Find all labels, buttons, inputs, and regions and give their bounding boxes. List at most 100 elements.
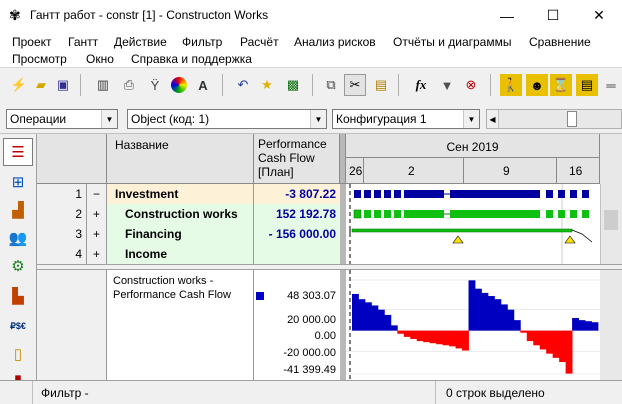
filter-icon[interactable]: ▼ — [436, 74, 458, 96]
link-icon[interactable]: ═ — [600, 74, 622, 96]
chart-label: Construction works - Performance Cash Fl… — [107, 270, 254, 380]
view-select[interactable]: Операции ▼ — [6, 109, 118, 129]
timeline-slider[interactable]: ◀ — [486, 109, 622, 129]
resource-walk-icon[interactable]: 🚶 — [500, 74, 522, 96]
cashflow-bar — [436, 330, 444, 345]
left-toolbar: ☰ ⊞ ▟ 👥 ⚙ ▙ ₽$€ ▯ ▮ — [0, 134, 37, 389]
toolbar: ⚡ ▰ ▣ ▥ ⎙ Ϋ A ↶ ★ ▩ ⧉ ✂ ▤ fx ▼ ⊗ 🚶 ☻ ⌛ ▤… — [0, 67, 622, 102]
day-label: 9 — [503, 164, 510, 178]
menu-risk[interactable]: Анализ рисков — [294, 35, 376, 49]
cashflow-bar — [533, 330, 541, 346]
document-icon[interactable]: ▯ — [3, 340, 33, 368]
close-button[interactable]: ✕ — [576, 0, 622, 31]
selection-status: 0 строк выделено — [446, 386, 545, 400]
task-value: 152 192.78 — [254, 204, 340, 224]
cashflow-bar — [494, 299, 502, 331]
chevron-left-icon[interactable]: ◀ — [487, 110, 499, 128]
cashflow-bar — [462, 330, 469, 351]
print-icon[interactable]: ⎙ — [118, 74, 140, 96]
currency-icon[interactable]: ₽$€ — [3, 312, 33, 340]
task-value — [254, 244, 340, 264]
cost-chart-icon[interactable]: ▙ — [3, 282, 33, 310]
gantt-chart[interactable] — [346, 184, 600, 264]
lightning-icon[interactable]: ⚡ — [8, 74, 30, 96]
resource-cost-icon[interactable]: ▤ — [576, 74, 598, 96]
expand-toggle[interactable]: + — [87, 244, 107, 264]
cashflow-bar — [552, 330, 560, 358]
menu-window[interactable]: Окно — [86, 52, 114, 66]
chevron-down-icon: ▼ — [463, 110, 479, 128]
day-label: 16 — [569, 164, 583, 178]
expand-toggle[interactable]: + — [87, 204, 107, 224]
paste-icon[interactable]: ▤ — [370, 74, 392, 96]
menu-filter[interactable]: Фильтр — [182, 35, 222, 49]
vertical-scrollbar[interactable] — [600, 184, 622, 264]
cashflow-bar — [526, 330, 534, 342]
font-icon[interactable]: A — [192, 74, 214, 96]
menu-project[interactable]: Проект — [12, 35, 52, 49]
gantt-view-icon[interactable]: ☰ — [3, 138, 33, 166]
task-value: - 156 000.00 — [254, 224, 340, 244]
network-view-icon[interactable]: ⊞ — [3, 168, 33, 196]
cashflow-bar — [468, 280, 476, 331]
task-name: Investment — [107, 184, 254, 204]
chevron-down-icon: ▼ — [101, 110, 117, 128]
config-select[interactable]: Конфигурация 1 ▼ — [332, 109, 480, 129]
cashflow-bar — [539, 330, 547, 350]
menu-view[interactable]: Просмотр — [12, 52, 67, 66]
menu-reports[interactable]: Отчёты и диаграммы — [393, 35, 511, 49]
cashflow-bar — [358, 299, 366, 331]
legend-swatch — [256, 292, 264, 300]
days-header: 26 2 9 16 — [346, 158, 600, 184]
cashflow-bar — [591, 322, 599, 331]
resource-person-icon[interactable]: ☻ — [526, 74, 548, 96]
maximize-button[interactable]: ☐ — [530, 0, 576, 31]
filter-clear-icon[interactable]: ⊗ — [460, 74, 482, 96]
cashflow-bar — [442, 330, 450, 346]
month-header: Сен 2019 — [346, 134, 600, 158]
minimize-button[interactable]: — — [484, 0, 530, 31]
team-icon[interactable]: 👥 — [3, 224, 33, 252]
menu-gantt[interactable]: Гантт — [68, 35, 98, 49]
slider-thumb[interactable] — [567, 111, 577, 127]
cashflow-bar — [546, 330, 554, 354]
cut-icon[interactable]: ✂ — [344, 74, 366, 96]
save-icon[interactable]: ▣ — [52, 74, 74, 96]
star-icon[interactable]: ★ — [256, 74, 278, 96]
selector-row: Операции ▼ Object (код: 1) ▼ Конфигурация … — [0, 102, 622, 134]
resources-chart-icon[interactable]: ▟ — [3, 196, 33, 224]
scroll-thumb[interactable] — [604, 210, 618, 230]
cashflow-bar — [559, 330, 567, 363]
resource-hourglass-icon[interactable]: ⌛ — [550, 74, 572, 96]
chart-scroll-area — [600, 270, 622, 380]
book-icon[interactable]: ▥ — [92, 74, 114, 96]
object-select[interactable]: Object (код: 1) ▼ — [127, 109, 327, 129]
function-icon[interactable]: fx — [410, 74, 432, 96]
undo-icon[interactable]: ↶ — [232, 74, 254, 96]
task-name: Construction works — [107, 204, 254, 224]
cashflow-bar — [585, 321, 592, 331]
open-folder-icon[interactable]: ▰ — [30, 74, 52, 96]
cashflow-chart[interactable] — [346, 270, 600, 380]
app-icon: ✾ — [9, 7, 21, 23]
name-header[interactable]: Название — [107, 134, 254, 184]
expand-toggle[interactable]: + — [87, 224, 107, 244]
collapse-toggle[interactable]: − — [87, 184, 107, 204]
copy-icon[interactable]: ⧉ — [320, 74, 342, 96]
day-label: 26 — [349, 164, 363, 178]
color-wheel-icon[interactable] — [168, 74, 190, 96]
cashflow-bar — [481, 292, 489, 331]
axis-tick-label: -20 000.00 — [283, 347, 336, 359]
tractor-icon[interactable]: ⚙ — [3, 252, 33, 280]
cashflow-bar — [429, 330, 437, 344]
menu-action[interactable]: Действие — [114, 35, 167, 49]
menu-calc[interactable]: Расчёт — [240, 35, 279, 49]
cashflow-bar — [572, 318, 579, 331]
vertical-scrollbar-top[interactable] — [600, 134, 622, 184]
menu-help[interactable]: Справка и поддержка — [131, 52, 252, 66]
menu-compare[interactable]: Сравнение — [529, 35, 591, 49]
perf-header[interactable]: Performance Cash Flow [План] — [254, 134, 340, 184]
chart-corner — [37, 270, 107, 380]
tools-icon[interactable]: Ϋ — [144, 74, 166, 96]
excel-icon[interactable]: ▩ — [282, 74, 304, 96]
